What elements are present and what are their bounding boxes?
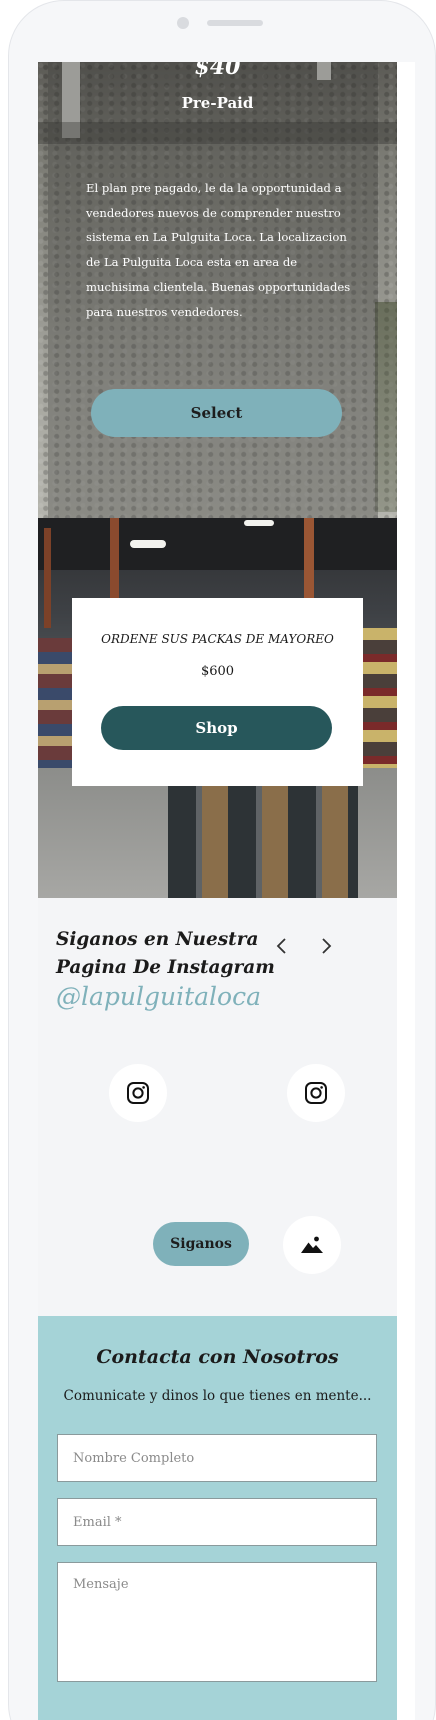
- page-viewport: $40 Pre-Paid El plan pre pagado, le da l…: [38, 62, 397, 1720]
- background-ceiling: [38, 518, 397, 570]
- image-icon: [301, 1236, 323, 1253]
- wholesale-price: $600: [200, 664, 235, 679]
- contact-title: Contacta con Nosotros: [96, 1346, 339, 1368]
- select-button[interactable]: Select: [91, 389, 342, 437]
- wholesale-title: ORDENE SUS PACKAS DE MAYOREO: [101, 632, 334, 646]
- wholesale-section: ORDENE SUS PACKAS DE MAYOREO $600 Shop: [38, 518, 397, 898]
- chevron-right-icon[interactable]: [314, 934, 338, 958]
- contact-section: Contacta con Nosotros Comunicate y dinos…: [38, 1316, 397, 1720]
- plan-price: $40: [194, 62, 241, 80]
- plan-description: El plan pre pagado, le da la opportunida…: [86, 181, 351, 319]
- plan-section: $40 Pre-Paid El plan pre pagado, le da l…: [38, 62, 397, 518]
- instagram-post-button[interactable]: [287, 1064, 345, 1122]
- instagram-section: Siganos en Nuestra Pagina De Instagram @…: [38, 898, 397, 1316]
- instagram-post-button[interactable]: [109, 1064, 167, 1122]
- contact-subtitle: Comunicate y dinos lo que tienes en ment…: [63, 1388, 372, 1404]
- wholesale-card: ORDENE SUS PACKAS DE MAYOREO $600 Shop: [72, 598, 363, 786]
- camera-dot: [177, 17, 189, 29]
- speaker-bar: [207, 20, 263, 26]
- name-field[interactable]: [57, 1434, 377, 1482]
- scroll-rail: [397, 62, 415, 1720]
- background-beam: [44, 528, 51, 628]
- instagram-title: Siganos en Nuestra Pagina De Instagram: [56, 929, 275, 978]
- instagram-icon: [127, 1082, 149, 1104]
- instagram-handle[interactable]: @lapulguitaloca: [56, 982, 261, 1011]
- email-field[interactable]: [57, 1498, 377, 1546]
- background-grass: [375, 302, 397, 512]
- gallery-button[interactable]: [283, 1216, 341, 1274]
- shop-button[interactable]: Shop: [101, 706, 332, 750]
- background-merchandise: [38, 638, 74, 768]
- background-light: [130, 540, 166, 548]
- message-field[interactable]: [57, 1562, 377, 1682]
- plan-name: Pre-Paid: [181, 94, 254, 112]
- background-boxes: [168, 780, 358, 898]
- chevron-left-icon[interactable]: [270, 934, 294, 958]
- instagram-icon: [305, 1082, 327, 1104]
- background-light: [244, 520, 274, 526]
- follow-button[interactable]: Siganos: [153, 1222, 249, 1266]
